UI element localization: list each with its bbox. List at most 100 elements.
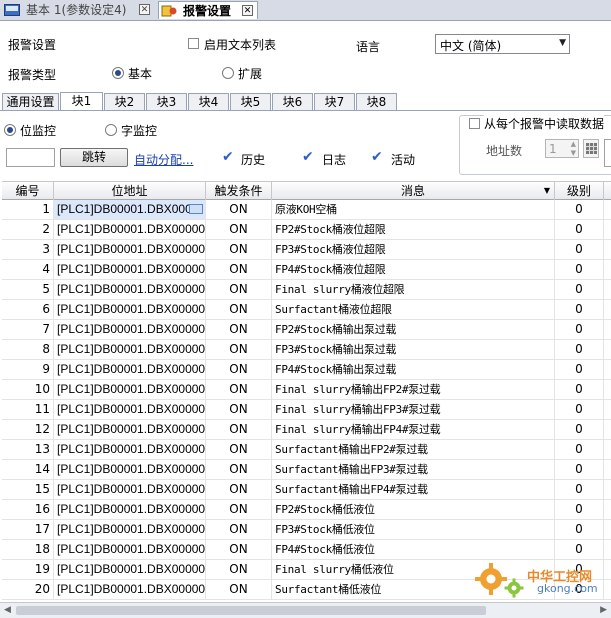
table-row[interactable]: 13 [PLC1]DB00001.DBX00000.0 ON Surfactant桶输… [2,440,611,460]
table-row[interactable]: 10 [PLC1]DB00001.DBX00000.0 ON Final slurry… [2,380,611,400]
cell-message[interactable]: Final slurry桶低液位 [272,560,555,579]
table-row[interactable]: 5 [PLC1]DB00001.DBX00000.0 ON Final slurry桶… [2,280,611,300]
cell-trigger[interactable]: ON [206,460,272,479]
cell-number[interactable]: 16 [2,500,54,519]
cell-level[interactable]: 0 [555,260,604,279]
col-header-message[interactable]: 消息 ▼ [272,182,555,200]
cell-trigger[interactable]: ON [206,380,272,399]
cell-message[interactable]: Surfactant桶输出FP4#泵过载 [272,480,555,499]
type-extend-radio[interactable] [222,67,234,79]
cell-message[interactable]: 原液KOH空桶 [272,200,555,219]
cell-level[interactable]: 0 [555,500,604,519]
cell-level[interactable]: 0 [555,300,604,319]
scroll-right-icon[interactable]: ▶ [600,605,607,615]
cell-message[interactable]: Final slurry桶液位超限 [272,280,555,299]
cell-number[interactable]: 2 [2,220,54,239]
cell-level[interactable]: 0 [555,240,604,259]
cell-number[interactable]: 19 [2,560,54,579]
cell-level[interactable]: 0 [555,320,604,339]
cell-level[interactable]: 0 [555,540,604,559]
cell-bit-address[interactable]: [PLC1]DB00001.DBX0000 [54,200,206,219]
cell-bit-address[interactable]: [PLC1]DB00001.DBX00000.0 [54,240,206,259]
cell-bit-address[interactable]: [PLC1]DB00001.DBX00000.0 [54,340,206,359]
cell-level[interactable]: 0 [555,440,604,459]
auto-assign-link[interactable]: 自动分配... [134,151,193,168]
cell-level[interactable]: 0 [555,420,604,439]
jump-button[interactable]: 跳转 [60,148,128,167]
spinner-arrows-icon[interactable]: ▲ ▼ [571,140,576,158]
table-row[interactable]: 3 [PLC1]DB00001.DBX00000.0 ON FP3#Stock桶液位超… [2,240,611,260]
log-check-icon[interactable]: ✔ [302,149,314,165]
tab-block5[interactable]: 块5 [230,93,271,110]
tab-block3[interactable]: 块3 [146,93,187,110]
cell-message[interactable]: FP3#Stock桶液位超限 [272,240,555,259]
cell-level[interactable]: 0 [555,360,604,379]
table-row[interactable]: 15 [PLC1]DB00001.DBX00000.0 ON Surfactant桶输… [2,480,611,500]
cell-trigger[interactable]: ON [206,300,272,319]
cell-bit-address[interactable]: [PLC1]DB00001.DBX00000.0 [54,380,206,399]
doc-tab-alarm-settings[interactable]: 报警设置 ✕ [158,1,258,19]
cell-number[interactable]: 17 [2,520,54,539]
horizontal-scrollbar[interactable]: ◀ ▶ [0,602,611,618]
close-icon[interactable]: ✕ [242,5,253,16]
table-row[interactable]: 4 [PLC1]DB00001.DBX00000.0 ON FP4#Stock桶液位超… [2,260,611,280]
cell-number[interactable]: 15 [2,480,54,499]
cell-bit-address[interactable]: [PLC1]DB00001.DBX00000.0 [54,400,206,419]
cell-bit-address[interactable]: [PLC1]DB00001.DBX00000.0 [54,280,206,299]
cell-message[interactable]: Final slurry桶输出FP3#泵过载 [272,400,555,419]
cell-bit-address[interactable]: [PLC1]DB00001.DBX00000.0 [54,440,206,459]
cell-bit-address[interactable]: [PLC1]DB00001.DBX00000.0 [54,360,206,379]
cell-bit-address[interactable]: [PLC1]DB00001.DBX00000.0 [54,420,206,439]
cell-bit-address[interactable]: [PLC1]DB00001.DBX00000.0 [54,500,206,519]
cell-number[interactable]: 5 [2,280,54,299]
cell-bit-address[interactable]: [PLC1]DB00001.DBX00000.0 [54,480,206,499]
table-row[interactable]: 9 [PLC1]DB00001.DBX00000.0 ON FP4#Stock桶输出泵… [2,360,611,380]
cell-bit-address[interactable]: [PLC1]DB00001.DBX00000.0 [54,260,206,279]
table-row[interactable]: 18 [PLC1]DB00001.DBX00000.0 ON FP4#Stock桶低液… [2,540,611,560]
scroll-left-icon[interactable]: ◀ [4,605,11,615]
cell-message[interactable]: FP4#Stock桶液位超限 [272,260,555,279]
table-row[interactable]: 6 [PLC1]DB00001.DBX00000.0 ON Surfactant桶液位… [2,300,611,320]
cell-trigger[interactable]: ON [206,540,272,559]
cell-level[interactable]: 0 [555,460,604,479]
cell-bit-address[interactable]: [PLC1]DB00001.DBX00000.0 [54,560,206,579]
address-picker-icon[interactable] [189,204,203,214]
cell-number[interactable]: 6 [2,300,54,319]
dropdown-arrow-icon[interactable]: ▼ [544,182,550,200]
tab-block8[interactable]: 块8 [356,93,397,110]
cell-message[interactable]: FP2#Stock桶液位超限 [272,220,555,239]
grid-picker-icon[interactable] [583,139,599,158]
cell-trigger[interactable]: ON [206,480,272,499]
cell-message[interactable]: Surfactant桶液位超限 [272,300,555,319]
cell-number[interactable]: 9 [2,360,54,379]
cell-bit-address[interactable]: [PLC1]DB00001.DBX00000.0 [54,320,206,339]
table-row[interactable]: 17 [PLC1]DB00001.DBX00000.0 ON FP3#Stock桶低液… [2,520,611,540]
bit-monitor-radio[interactable] [4,124,16,136]
table-row[interactable]: 7 [PLC1]DB00001.DBX00000.0 ON FP2#Stock桶输出泵… [2,320,611,340]
read-from-each-checkbox[interactable] [469,118,480,129]
cell-number[interactable]: 10 [2,380,54,399]
tab-block6[interactable]: 块6 [272,93,313,110]
cell-message[interactable]: Surfactant桶输出FP2#泵过载 [272,440,555,459]
col-header-address[interactable]: 位地址 [54,182,206,200]
cell-message[interactable]: FP3#Stock桶低液位 [272,520,555,539]
cell-trigger[interactable]: ON [206,340,272,359]
cell-trigger[interactable]: ON [206,560,272,579]
cell-number[interactable]: 1 [2,200,54,219]
cell-trigger[interactable]: ON [206,420,272,439]
cell-number[interactable]: 14 [2,460,54,479]
cell-bit-address[interactable]: [PLC1]DB00001.DBX00000.0 [54,580,206,599]
cell-trigger[interactable]: ON [206,360,272,379]
table-row[interactable]: 11 [PLC1]DB00001.DBX00000.0 ON Final slurry… [2,400,611,420]
cell-level[interactable]: 0 [555,280,604,299]
cell-number[interactable]: 13 [2,440,54,459]
cell-number[interactable]: 18 [2,540,54,559]
table-row[interactable]: 2 [PLC1]DB00001.DBX00000.0 ON FP2#Stock桶液位超… [2,220,611,240]
cell-trigger[interactable]: ON [206,280,272,299]
cell-level[interactable]: 0 [555,480,604,499]
language-select[interactable]: 中文 (简体) ▼ [435,34,570,54]
cell-bit-address[interactable]: [PLC1]DB00001.DBX00000.0 [54,220,206,239]
table-row[interactable]: 19 [PLC1]DB00001.DBX00000.0 ON Final slurry… [2,560,611,580]
cell-message[interactable]: FP3#Stock桶输出泵过载 [272,340,555,359]
doc-tab-basic[interactable]: 基本 1(参数设定4) ✕ [2,1,154,19]
